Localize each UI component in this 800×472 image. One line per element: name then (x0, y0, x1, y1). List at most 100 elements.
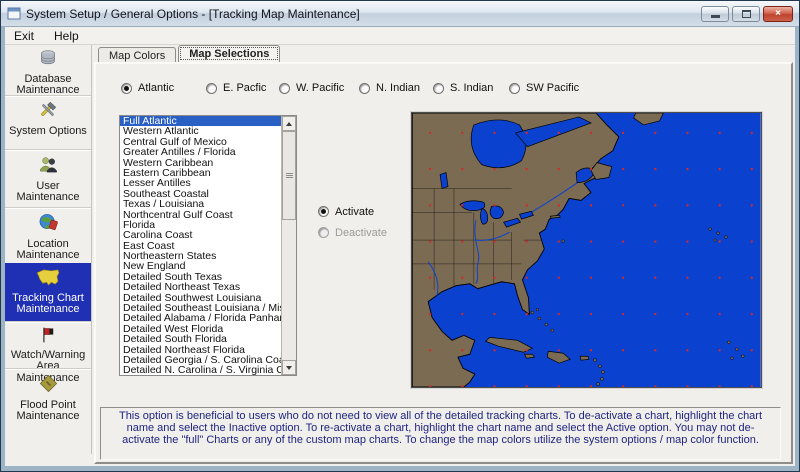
radio-dot-icon (121, 83, 132, 94)
radio-activate[interactable]: Activate (318, 206, 374, 218)
globe-book-icon (38, 212, 59, 237)
list-item[interactable]: Detailed South Florida (120, 334, 281, 344)
list-item[interactable]: Detailed West Florida (120, 324, 281, 334)
users-icon (38, 154, 59, 179)
radio-dot-icon (433, 83, 444, 94)
sidebar-item-location-maintenance[interactable]: Location Maintenance (5, 207, 91, 263)
main-panel: Map Colors Map Selections Atlantic E. Pa… (92, 45, 795, 466)
sidebar-item-database-maintenance[interactable]: Database Maintenance (5, 45, 91, 95)
database-icon (38, 49, 58, 72)
flag-icon (39, 326, 57, 348)
sidebar-item-user-maintenance[interactable]: User Maintenance (5, 149, 91, 207)
window-title: System Setup / General Options - [Tracki… (26, 7, 701, 21)
basin-radio-group: Atlantic E. Pacfic W. Pacific N. Indian … (96, 82, 791, 96)
tab-strip: Map Colors Map Selections (98, 45, 280, 62)
list-item[interactable]: Detailed Southeast Louisiana / Mississip… (120, 303, 281, 313)
list-item[interactable]: Florida (120, 220, 281, 230)
list-item[interactable]: Lesser Antilles (120, 178, 281, 188)
title-bar: System Setup / General Options - [Tracki… (1, 1, 799, 27)
sidebar: Database Maintenance System Options User… (5, 45, 92, 454)
chart-listbox: Full AtlanticWestern AtlanticCentral Gul… (119, 115, 297, 376)
tab-map-colors[interactable]: Map Colors (98, 47, 176, 62)
list-scrollbar[interactable] (281, 116, 296, 375)
menu-exit[interactable]: Exit (14, 29, 34, 43)
list-item[interactable]: Eastern Caribbean (120, 168, 281, 178)
arrow-up-icon (286, 122, 292, 126)
list-item[interactable]: Southeast Coastal (120, 189, 281, 199)
radio-dot-icon (318, 206, 329, 217)
radio-dot-icon (359, 83, 370, 94)
radio-e-pacific[interactable]: E. Pacfic (206, 82, 266, 94)
radio-dot-icon (318, 227, 329, 238)
us-map-icon (36, 268, 61, 291)
radio-s-indian[interactable]: S. Indian (433, 82, 493, 94)
list-item[interactable]: Detailed Alabama / Florida Panhandle (120, 313, 281, 323)
atlantic-map-preview (411, 112, 762, 388)
list-item[interactable]: Detailed Georgia / S. Carolina Coast (120, 355, 281, 365)
map-image (412, 113, 761, 387)
menu-help[interactable]: Help (54, 29, 79, 43)
minimize-button[interactable] (701, 6, 729, 22)
description-panel: This option is beneficial to users who d… (100, 407, 781, 460)
app-window: System Setup / General Options - [Tracki… (0, 0, 800, 472)
tab-map-selections[interactable]: Map Selections (178, 45, 280, 62)
radio-label: N. Indian (376, 82, 420, 94)
map-selections-panel: Atlantic E. Pacfic W. Pacific N. Indian … (94, 62, 793, 464)
app-icon (7, 7, 21, 20)
scroll-down-button[interactable] (282, 360, 296, 375)
list-item[interactable]: Western Caribbean (120, 158, 281, 168)
warning-diamond-icon (38, 373, 59, 398)
radio-label: S. Indian (450, 82, 493, 94)
list-item[interactable]: Western Atlantic (120, 126, 281, 136)
radio-dot-icon (509, 83, 520, 94)
list-item[interactable]: East Coast (120, 241, 281, 251)
work-area: Database Maintenance System Options User… (5, 45, 795, 466)
sidebar-item-label: Location Maintenance (5, 239, 91, 262)
sidebar-item-label: System Options (7, 126, 89, 138)
list-item[interactable]: Detailed Northeast Florida (120, 345, 281, 355)
radio-label: SW Pacific (526, 82, 579, 94)
sidebar-item-watch-warning-area-maintenance[interactable]: Watch/Warning Area Maintenance (5, 321, 91, 368)
list-item[interactable]: Full Atlantic (120, 116, 281, 126)
radio-dot-icon (206, 83, 217, 94)
radio-n-indian[interactable]: N. Indian (359, 82, 420, 94)
list-item[interactable]: Detailed Southwest Louisiana (120, 293, 281, 303)
sidebar-item-label: User Maintenance (5, 181, 91, 204)
minimize-icon (711, 15, 720, 18)
tools-icon (38, 100, 58, 124)
radio-atlantic[interactable]: Atlantic (121, 82, 174, 94)
scroll-thumb[interactable] (282, 131, 296, 220)
close-icon: × (775, 8, 781, 19)
scroll-up-button[interactable] (282, 116, 296, 131)
sidebar-item-flood-point-maintenance[interactable]: Flood Point Maintenance (5, 368, 91, 425)
arrow-down-icon (286, 366, 292, 370)
sidebar-item-label: Database Maintenance (5, 74, 91, 97)
close-button[interactable]: × (763, 6, 793, 22)
radio-dot-icon (279, 83, 290, 94)
sidebar-item-tracking-chart-maintenance[interactable]: Tracking Chart Maintenance (5, 263, 91, 321)
list-item[interactable]: Northeastern States (120, 251, 281, 261)
radio-sw-pacific[interactable]: SW Pacific (509, 82, 579, 94)
description-text: This option is beneficial to users who d… (111, 411, 770, 446)
radio-label: Deactivate (335, 227, 393, 239)
radio-label: E. Pacfic (223, 82, 266, 94)
radio-deactivate[interactable]: Deactivate (318, 227, 393, 239)
list-item[interactable]: Texas / Louisiana (120, 199, 281, 209)
list-item[interactable]: Greater Antilles / Florida (120, 147, 281, 157)
menu-bar: Exit Help (5, 27, 795, 45)
sidebar-item-label: Flood Point Maintenance (5, 400, 91, 423)
list-item[interactable]: Carolina Coast (120, 230, 281, 240)
sidebar-item-system-options[interactable]: System Options (5, 95, 91, 149)
list-item[interactable]: Northcentral Gulf Coast (120, 210, 281, 220)
radio-w-pacific[interactable]: W. Pacific (279, 82, 344, 94)
maximize-button[interactable] (732, 6, 760, 22)
list-item[interactable]: Central Gulf of Mexico (120, 137, 281, 147)
radio-label: W. Pacific (296, 82, 344, 94)
list-item[interactable]: New England (120, 261, 281, 271)
list-item[interactable]: Detailed N. Carolina / S. Virginia Coast (120, 365, 281, 375)
list-item[interactable]: Detailed South Texas (120, 272, 281, 282)
sidebar-item-label: Tracking Chart Maintenance (5, 293, 91, 316)
list-item[interactable]: Detailed Northeast Texas (120, 282, 281, 292)
radio-label: Activate (335, 206, 374, 218)
radio-label: Atlantic (138, 82, 174, 94)
